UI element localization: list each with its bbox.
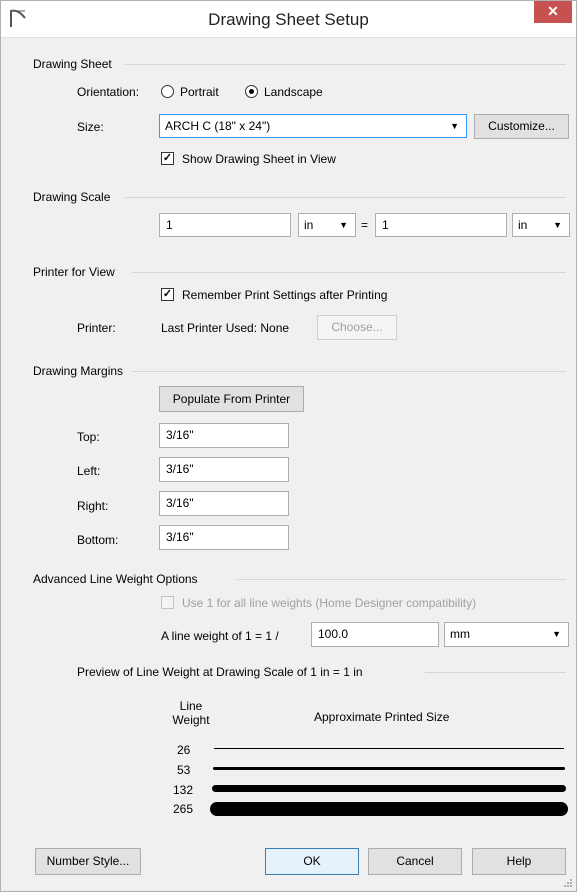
cancel-button[interactable]: Cancel xyxy=(368,848,462,875)
weight-row-label: 132 xyxy=(173,783,194,797)
line-weight-label: A line weight of 1 = 1 / xyxy=(161,629,279,643)
left-margin-label: Left: xyxy=(77,464,101,478)
close-button[interactable]: ✕ xyxy=(534,1,572,23)
ok-button[interactable]: OK xyxy=(265,848,359,875)
printer-group-title: Printer for View xyxy=(33,265,115,279)
portrait-radio[interactable] xyxy=(161,85,174,98)
help-button[interactable]: Help xyxy=(472,848,566,875)
remember-settings-label[interactable]: Remember Print Settings after Printing xyxy=(182,288,387,302)
choose-printer-button[interactable]: Choose... xyxy=(317,315,397,340)
scale-right-unit-value: in xyxy=(518,218,528,232)
dialog-title: Drawing Sheet Setup xyxy=(208,10,369,29)
line-weight-input[interactable]: 100.0 xyxy=(311,622,439,647)
drawing-sheet-group-title: Drawing Sheet xyxy=(33,57,112,71)
bottom-margin-label: Bottom: xyxy=(77,533,119,547)
chevron-down-icon: ▼ xyxy=(553,220,562,230)
chevron-down-icon: ▼ xyxy=(339,220,348,230)
line-weight-unit-select[interactable]: mm ▼ xyxy=(444,622,569,647)
printer-label: Printer: xyxy=(77,321,116,335)
size-select-value: ARCH C (18" x 24") xyxy=(165,119,271,133)
margins-group-title: Drawing Margins xyxy=(33,364,124,378)
orientation-label: Orientation: xyxy=(77,85,140,99)
top-margin-label: Top: xyxy=(77,430,100,444)
dialog-window: Drawing Sheet Setup ✕ Drawing Sheet Orie… xyxy=(0,0,577,892)
chevron-down-icon: ▼ xyxy=(450,121,459,131)
weight-row-label: 53 xyxy=(177,763,191,777)
equals-sign: = xyxy=(361,218,369,232)
bottom-margin-input[interactable]: 3/16" xyxy=(159,525,289,550)
line-weight-preview xyxy=(210,802,568,816)
scale-right-input[interactable]: 1 xyxy=(375,213,507,237)
group-divider xyxy=(237,579,566,580)
drawing-scale-group-title: Drawing Scale xyxy=(33,190,111,204)
show-sheet-checkbox[interactable]: ✓ xyxy=(161,152,174,165)
left-margin-input[interactable]: 3/16" xyxy=(159,457,289,482)
group-divider xyxy=(132,272,566,273)
chevron-down-icon: ▼ xyxy=(552,629,561,639)
top-margin-input[interactable]: 3/16" xyxy=(159,423,289,448)
printed-size-column-label: Approximate Printed Size xyxy=(314,710,450,724)
group-divider xyxy=(425,672,566,673)
right-margin-input[interactable]: 3/16" xyxy=(159,491,289,516)
title-bar[interactable]: Drawing Sheet Setup ✕ xyxy=(1,1,576,38)
advanced-group-title: Advanced Line Weight Options xyxy=(33,572,198,586)
group-divider xyxy=(132,371,566,372)
line-weight-preview xyxy=(214,748,564,749)
remember-settings-checkbox[interactable]: ✓ xyxy=(161,288,174,301)
line-weight-preview xyxy=(213,767,565,770)
scale-left-input[interactable]: 1 xyxy=(159,213,291,237)
group-divider xyxy=(125,64,566,65)
weight-row-label: 26 xyxy=(177,743,191,757)
weight-column-label: Weight xyxy=(172,713,210,727)
line-column-label: Line xyxy=(179,699,203,713)
show-sheet-label[interactable]: Show Drawing Sheet in View xyxy=(182,152,336,166)
size-label: Size: xyxy=(77,120,104,134)
line-weight-preview xyxy=(212,785,566,792)
preview-title: Preview of Line Weight at Drawing Scale … xyxy=(77,665,363,679)
scale-left-unit-select[interactable]: in ▼ xyxy=(298,213,356,237)
size-select[interactable]: ARCH C (18" x 24") ▼ xyxy=(159,114,467,138)
landscape-radio[interactable] xyxy=(245,85,258,98)
right-margin-label: Right: xyxy=(77,499,109,513)
weight-row-label: 265 xyxy=(173,802,194,816)
scale-left-unit-value: in xyxy=(304,218,314,232)
number-style-button[interactable]: Number Style... xyxy=(35,848,141,875)
printer-value: Last Printer Used: None xyxy=(161,321,290,335)
group-divider xyxy=(125,197,566,198)
scale-right-unit-select[interactable]: in ▼ xyxy=(512,213,570,237)
landscape-label[interactable]: Landscape xyxy=(264,85,323,99)
use-one-label[interactable]: Use 1 for all line weights (Home Designe… xyxy=(182,596,476,610)
populate-from-printer-button[interactable]: Populate From Printer xyxy=(159,386,304,412)
line-weight-unit-value: mm xyxy=(450,627,470,641)
portrait-label[interactable]: Portrait xyxy=(180,85,219,99)
resize-grip-icon[interactable] xyxy=(563,878,573,888)
use-one-checkbox[interactable] xyxy=(161,596,174,609)
close-icon: ✕ xyxy=(547,3,559,19)
customize-button[interactable]: Customize... xyxy=(474,114,569,139)
